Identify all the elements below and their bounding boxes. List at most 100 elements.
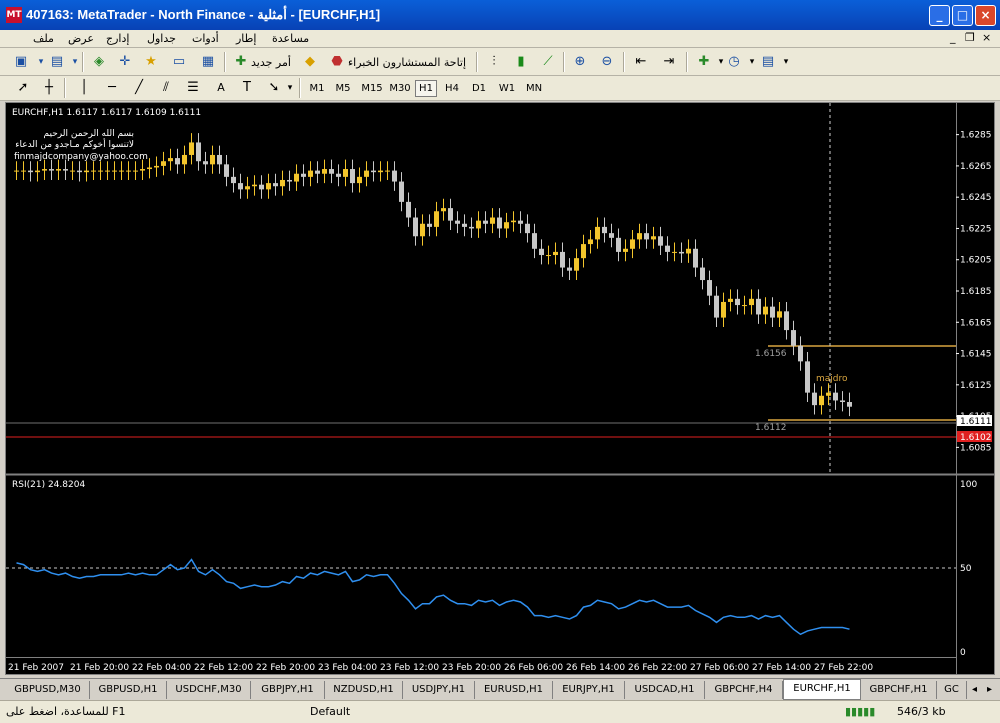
new-order-button[interactable]: أمر جديد [251, 56, 291, 69]
candle-body [749, 298, 754, 306]
tab-nzdusd-h1[interactable]: NZDUSD,H1 [325, 681, 403, 699]
candle-body [273, 183, 278, 187]
menu-insert[interactable]: إدارج [106, 32, 129, 45]
candle-body [504, 222, 509, 229]
time-tick-label: 27 Feb 14:00 [752, 663, 811, 673]
menu-help[interactable]: مساعدة [272, 32, 309, 45]
menu-window[interactable]: إطار [236, 32, 256, 45]
tab-gc[interactable]: GC [937, 681, 967, 699]
time-tick-label: 27 Feb 06:00 [690, 663, 749, 673]
candle-body [623, 248, 628, 252]
candle-body [490, 217, 495, 224]
tab-gbpusd-h1[interactable]: GBPUSD,H1 [90, 681, 167, 699]
trendline-icon[interactable]: ╱ [130, 79, 148, 97]
tab-usdjpy-h1[interactable]: USDJPY,H1 [403, 681, 475, 699]
crosshair-icon[interactable]: ┼ [40, 79, 58, 97]
tab-gbpjpy-h1[interactable]: GBPJPY,H1 [251, 681, 325, 699]
candle-body [686, 248, 691, 254]
mdi-restore-button[interactable]: ❐ [965, 31, 975, 44]
indicators-icon[interactable]: ✚ [695, 53, 713, 71]
horizontal-line-icon[interactable]: ─ [103, 79, 121, 97]
candle-body [560, 251, 565, 268]
equidistant-channel-icon[interactable]: ⫽ [157, 79, 175, 97]
fibonacci-icon[interactable]: ☰ [184, 79, 202, 97]
zoom-in-icon[interactable]: ⊕ [571, 53, 589, 71]
menu-file[interactable]: ملف [33, 32, 54, 45]
mdi-close-button[interactable]: × [982, 31, 991, 44]
menu-view[interactable]: عرض [68, 32, 94, 45]
terminal-icon[interactable]: ▭ [170, 53, 188, 71]
tab-scroll-right[interactable]: ▸ [982, 681, 997, 699]
tab-usdcad-h1[interactable]: USDCAD,H1 [625, 681, 705, 699]
price-tick-label: 1.6205 [960, 256, 992, 266]
timeframe-h4[interactable]: H4 [441, 80, 463, 97]
tab-gbpusd-m30[interactable]: GBPUSD,M30 [6, 681, 90, 699]
timeframe-mn[interactable]: MN [523, 80, 545, 97]
candle-body [294, 173, 299, 182]
price-chart-svg[interactable]: EURCHF,H1 1.6117 1.6117 1.6109 1.6111 بس… [6, 103, 994, 674]
candle-body [336, 173, 341, 177]
menu-tools[interactable]: أدوات [192, 32, 219, 45]
menu-charts[interactable]: جداول [147, 32, 176, 45]
tab-eurjpy-h1[interactable]: EURJPY,H1 [553, 681, 625, 699]
rsi-line[interactable] [16, 558, 850, 636]
metaeditor-icon[interactable]: ◆ [301, 53, 319, 71]
status-bar: للمساعدة، اضغط على F1 Default ▮▮▮▮▮ 546/… [0, 700, 1000, 723]
app-logo-icon: MT [6, 7, 22, 23]
bar-chart-icon[interactable]: ⫶ [485, 53, 503, 71]
timeframe-m5[interactable]: M5 [332, 80, 354, 97]
overlay-text-line2: لاتنسوا أخوكم مـاجدو من الدعاء [15, 138, 134, 150]
tab-scroll-left[interactable]: ◂ [967, 681, 982, 699]
candle-body [546, 255, 551, 257]
new-chart-icon[interactable]: ▣ [12, 53, 30, 71]
candle-body [28, 170, 33, 173]
tab-usdchf-m30[interactable]: USDCHF,M30 [167, 681, 251, 699]
zoom-out-icon[interactable]: ⊖ [598, 53, 616, 71]
toolbar-separator [82, 52, 84, 72]
dropdown-arrow-icon[interactable]: ▾ [281, 79, 299, 97]
line-chart-icon[interactable]: ⟋ [539, 53, 557, 71]
candle-body [266, 183, 271, 190]
price-pane[interactable] [6, 103, 956, 473]
profiles-icon[interactable]: ▤ [48, 53, 66, 71]
candle-body [385, 170, 390, 172]
strategy-tester-icon[interactable]: ▦ [199, 53, 217, 71]
autoscroll-icon[interactable]: ⇤ [632, 53, 650, 71]
timeframe-h1[interactable]: H1 [415, 80, 437, 97]
mdi-minimize-button[interactable]: _ [950, 31, 956, 44]
new-order-icon[interactable]: ✚ [232, 53, 250, 71]
candle-body [847, 402, 852, 407]
tab-eurusd-h1[interactable]: EURUSD,H1 [475, 681, 553, 699]
chart-window[interactable]: EURCHF,H1 1.6117 1.6117 1.6109 1.6111 بس… [5, 102, 995, 675]
periods-clock-icon[interactable]: ◷ [725, 53, 743, 71]
candle-body [63, 169, 68, 171]
candlestick-icon[interactable]: ▮ [512, 53, 530, 71]
maximize-button[interactable]: □ [952, 5, 973, 26]
vertical-line-icon[interactable]: │ [75, 79, 93, 97]
timeframe-w1[interactable]: W1 [496, 80, 518, 97]
chart-shift-icon[interactable]: ⇥ [660, 53, 678, 71]
close-button[interactable]: × [975, 5, 996, 26]
timeframe-d1[interactable]: D1 [468, 80, 490, 97]
tab-gbpchf-h4[interactable]: GBPCHF,H4 [705, 681, 783, 699]
favorites-icon[interactable]: ★ [142, 53, 160, 71]
candle-body [56, 169, 61, 171]
text-label-icon[interactable]: T [238, 79, 256, 97]
tab-eurchf-h1[interactable]: EURCHF,H1 [783, 679, 861, 700]
time-tick-label: 26 Feb 06:00 [504, 663, 563, 673]
text-icon[interactable]: A [212, 79, 230, 97]
expert-advisors-button[interactable]: إتاحة المستشارون الخبراء [348, 56, 466, 69]
candle-body [735, 298, 740, 306]
timeframe-m1[interactable]: M1 [306, 80, 328, 97]
minimize-button[interactable]: _ [929, 5, 950, 26]
candle-body [133, 170, 138, 172]
timeframe-m15[interactable]: M15 [358, 80, 386, 97]
expert-advisors-icon[interactable]: ⬣ [328, 53, 346, 71]
tab-gbpchf-h1[interactable]: GBPCHF,H1 [861, 681, 937, 699]
dropdown-arrow-icon[interactable]: ▾ [777, 53, 795, 71]
navigator-icon[interactable]: ✛ [116, 53, 134, 71]
market-watch-icon[interactable]: ◈ [90, 53, 108, 71]
cursor-arrow-icon[interactable]: ➚ [14, 79, 32, 97]
templates-icon[interactable]: ▤ [759, 53, 777, 71]
timeframe-m30[interactable]: M30 [386, 80, 414, 97]
